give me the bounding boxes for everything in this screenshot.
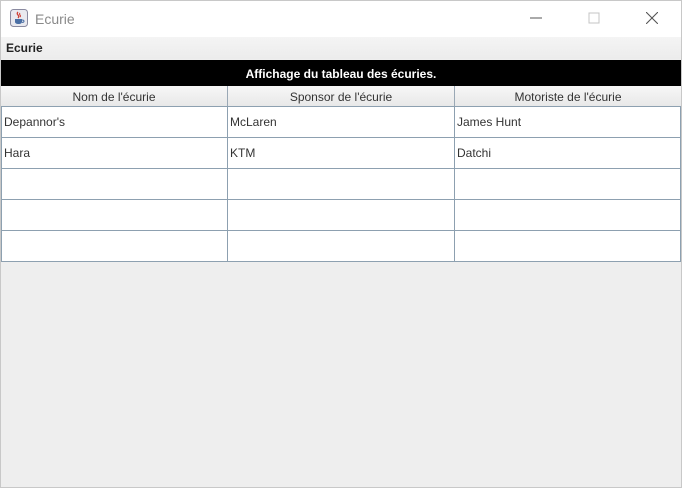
table-cell[interactable]: [455, 231, 681, 261]
table-cell[interactable]: [455, 169, 681, 199]
close-button[interactable]: [629, 1, 675, 35]
table-banner: Affichage du tableau des écuries.: [1, 60, 681, 86]
menu-ecurie[interactable]: Ecurie: [6, 41, 43, 55]
menu-bar: Ecurie: [1, 37, 681, 59]
app-window: Ecurie Ecurie Affichage du tableau des é…: [0, 0, 682, 488]
column-header-sponsor[interactable]: Sponsor de l'écurie: [228, 86, 455, 106]
table-cell[interactable]: KTM: [228, 138, 455, 168]
table-row[interactable]: [1, 200, 681, 231]
close-icon: [646, 12, 658, 24]
minimize-icon: [530, 17, 542, 19]
minimize-button[interactable]: [513, 1, 559, 35]
maximize-icon: [588, 12, 600, 24]
java-cup-icon: [10, 9, 28, 27]
table-header: Nom de l'écurie Sponsor de l'écurie Moto…: [1, 86, 681, 107]
table-cell[interactable]: [228, 200, 455, 230]
table-cell[interactable]: [1, 169, 228, 199]
table-cell[interactable]: [1, 200, 228, 230]
table-cell[interactable]: [228, 231, 455, 261]
maximize-button[interactable]: [571, 1, 617, 35]
table-row[interactable]: [1, 169, 681, 200]
table-cell[interactable]: [1, 231, 228, 261]
title-bar[interactable]: Ecurie: [1, 1, 681, 37]
table-cell[interactable]: Hara: [1, 138, 228, 168]
table-row[interactable]: Hara KTM Datchi: [1, 138, 681, 169]
table-cell[interactable]: Datchi: [455, 138, 681, 168]
column-header-nom[interactable]: Nom de l'écurie: [1, 86, 228, 106]
table-cell[interactable]: [228, 169, 455, 199]
column-header-motoriste[interactable]: Motoriste de l'écurie: [455, 86, 681, 106]
window-title: Ecurie: [35, 11, 75, 27]
table-row[interactable]: Depannor's McLaren James Hunt: [1, 107, 681, 138]
table-cell[interactable]: McLaren: [228, 107, 455, 137]
table-cell[interactable]: Depannor's: [1, 107, 228, 137]
table-cell[interactable]: James Hunt: [455, 107, 681, 137]
table-row[interactable]: [1, 231, 681, 262]
table-cell[interactable]: [455, 200, 681, 230]
ecuries-table: Nom de l'écurie Sponsor de l'écurie Moto…: [1, 86, 681, 262]
